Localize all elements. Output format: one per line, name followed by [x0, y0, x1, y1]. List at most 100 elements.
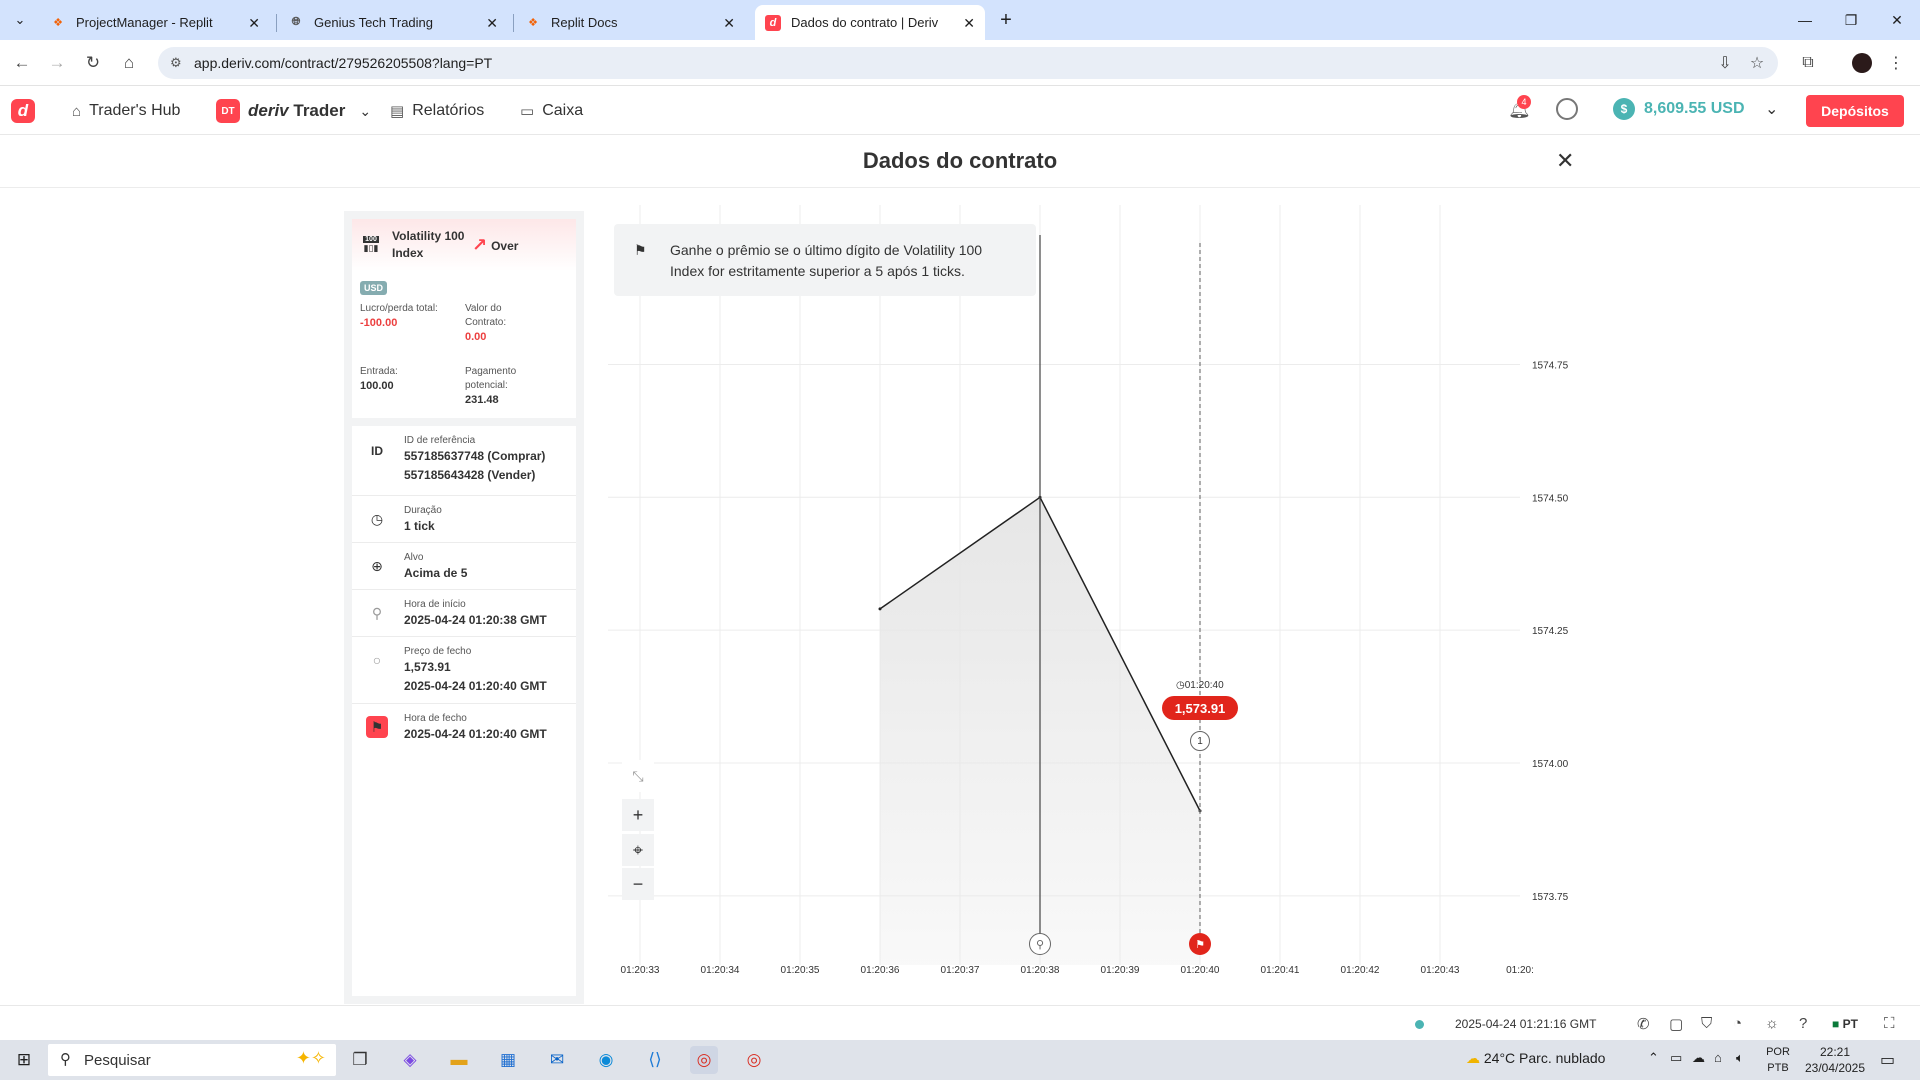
livechat-icon[interactable]: ▢ — [1669, 1015, 1683, 1033]
responsible-trading-icon[interactable]: ⛉ — [1701, 1015, 1712, 1032]
tab-replit-docs[interactable]: ❖ Replit Docs ✕ — [515, 5, 745, 40]
volatility-index-icon: 100 ▮▯▮ — [363, 236, 379, 253]
close-icon[interactable]: ✕ — [486, 15, 498, 32]
x-tick-label: 01:20:39 — [1101, 965, 1140, 976]
chrome-profile-icon[interactable]: ◎ — [740, 1046, 768, 1074]
bookmark-star-icon[interactable]: ☆ — [1743, 49, 1771, 77]
close-time-row: ⚑ Hora de fecho 2025-04-24 01:20:40 GMT — [352, 704, 576, 751]
price-chart[interactable]: 1574.75 1574.50 1574.25 1574.00 1573.75 01:2… — [600, 205, 1600, 981]
tray-chevron-icon[interactable]: ⌃ — [1648, 1050, 1659, 1066]
window-close-icon[interactable]: ✕ — [1874, 0, 1920, 40]
input-language[interactable]: POR PTB — [1764, 1044, 1792, 1076]
clock-icon: ◷ — [370, 510, 384, 527]
x-tick-label: 01:20:41 — [1261, 965, 1300, 976]
x-tick-label: 01:20:42 — [1341, 965, 1380, 976]
brand-name-rest: Trader — [293, 101, 346, 120]
x-tick-label: 01:20:38 — [1021, 965, 1060, 976]
edge-icon[interactable]: ◉ — [592, 1046, 620, 1074]
contract-sidebar: 100 ▮▯▮ Volatility 100 Index ↗ Over USD L… — [344, 211, 584, 1004]
tab-projectmanager[interactable]: ❖ ProjectManager - Replit ✕ — [40, 5, 270, 40]
nav-label: Relatórios — [412, 102, 485, 119]
new-tab-icon[interactable]: + — [992, 6, 1020, 34]
account-balance[interactable]: 8,609.55 USD — [1644, 100, 1745, 118]
home-icon[interactable]: ⌂ — [115, 49, 143, 77]
checkered-flag-icon: ⚑ — [634, 242, 647, 258]
start-time-row: ⚲ Hora de início 2025-04-24 01:20:38 GMT — [352, 590, 576, 637]
deposit-button[interactable]: Depósitos — [1806, 95, 1904, 127]
x-tick-label: 01:20:34 — [701, 965, 740, 976]
extensions-icon[interactable]: ⧉ — [1794, 49, 1822, 77]
globe-icon: 🌐︎ — [291, 16, 301, 28]
forward-icon[interactable]: → — [43, 49, 71, 77]
meet-icon[interactable]: ▭ — [1670, 1050, 1682, 1066]
chevron-down-icon: ⌄ — [359, 102, 372, 119]
url-input[interactable]: ⚙ app.deriv.com/contract/279526205508?la… — [158, 47, 1778, 79]
nav-traders-hub[interactable]: ⌂ Trader's Hub — [72, 99, 180, 123]
outlook-icon[interactable]: ✉ — [543, 1046, 571, 1074]
location-pin-icon: ⚲ — [371, 604, 383, 621]
copilot-icon[interactable]: ◈ — [396, 1046, 424, 1074]
reload-icon[interactable]: ↻ — [79, 49, 107, 77]
site-info-icon[interactable]: ⚙ — [170, 55, 182, 71]
app-footer: 2025-04-24 01:21:16 GMT ✆ ▢ ⛉ ◔ ☼ ? ■ PT… — [0, 1005, 1920, 1041]
sparkle-icon: ✦✧ — [295, 1048, 326, 1068]
network-icon[interactable]: ⌂ — [1714, 1050, 1722, 1065]
chevron-down-icon[interactable]: ⌄ — [1765, 99, 1778, 119]
minimize-icon[interactable]: — — [1782, 0, 1828, 40]
notifications-icon[interactable]: ▭ — [1880, 1050, 1895, 1070]
close-icon[interactable]: ✕ — [1556, 148, 1574, 174]
ref-buy-id: 557185637748 (Comprar) — [404, 449, 546, 463]
file-explorer-icon[interactable]: ▬ — [445, 1046, 473, 1074]
deriv-icon: d — [765, 14, 781, 31]
platform-switcher[interactable]: DT deriv Trader ⌄ — [216, 99, 371, 123]
task-view-icon[interactable]: ❐ — [346, 1046, 374, 1074]
profile-avatar[interactable] — [1848, 49, 1876, 77]
weather-widget[interactable]: ☁ 24°C Parc. nublado — [1466, 1050, 1605, 1067]
vscode-icon[interactable]: ⟨⟩ — [641, 1046, 669, 1074]
account-limits-icon[interactable]: ◔ — [1733, 1015, 1742, 1032]
tab-title: Dados do contrato | Deriv — [791, 15, 939, 30]
whatsapp-icon[interactable]: ✆ — [1637, 1015, 1650, 1033]
tab-dados-contrato[interactable]: d Dados do contrato | Deriv ✕ — [755, 5, 985, 40]
onedrive-icon[interactable]: ☁ — [1692, 1050, 1705, 1066]
chrome-icon[interactable]: ◎ — [690, 1046, 718, 1074]
browser-menu-icon[interactable]: ⋮ — [1882, 49, 1910, 77]
close-icon[interactable]: ✕ — [963, 15, 975, 32]
restore-icon[interactable]: ❐ — [1828, 0, 1874, 40]
microsoft-store-icon[interactable]: ▦ — [494, 1046, 522, 1074]
system-clock[interactable]: 22:21 23/04/2025 — [1800, 1044, 1870, 1076]
taskbar-search-input[interactable]: ⚲ Pesquisar ✦✧ — [48, 1044, 336, 1076]
fullscreen-icon[interactable]: ⛶ — [1884, 1015, 1895, 1032]
deriv-logo[interactable]: d — [11, 99, 35, 123]
nav-reports[interactable]: ▤ Relatórios — [390, 99, 484, 123]
end-checkered-flag-icon: ⚑ — [1189, 933, 1211, 955]
windows-start-icon[interactable]: ⊞ — [10, 1046, 38, 1074]
price-point — [878, 607, 882, 611]
help-icon[interactable]: ? — [1799, 1015, 1807, 1032]
language-selector[interactable]: ■ PT — [1832, 1017, 1858, 1031]
tab-title: ProjectManager - Replit — [76, 15, 213, 30]
crosshair-icon[interactable]: ⌖ — [622, 834, 654, 866]
over-arrow-icon: ↗ — [472, 235, 488, 255]
y-tick-label: 1574.00 — [1532, 759, 1569, 770]
nav-cashier[interactable]: ▭ Caixa — [520, 99, 583, 123]
detail-label: ID de referência — [404, 435, 476, 446]
tab-title: Replit Docs — [551, 15, 618, 30]
back-icon[interactable]: ← — [8, 49, 36, 77]
volume-icon[interactable]: 🔈︎ — [1736, 1050, 1744, 1066]
collapse-icon[interactable]: ⤡ — [622, 760, 654, 792]
search-placeholder: Pesquisar — [84, 1051, 151, 1069]
account-icon[interactable] — [1556, 98, 1578, 120]
x-tick-label: 01:20:36 — [861, 965, 900, 976]
exit-time-label: ◷01:20:40 — [1176, 680, 1224, 691]
tab-genius-tech[interactable]: 🌐︎ Genius Tech Trading ✕ — [278, 5, 508, 40]
install-app-icon[interactable]: ⇩ — [1711, 49, 1739, 77]
duration-row: ◷ Duração 1 tick — [352, 496, 576, 543]
close-icon[interactable]: ✕ — [723, 15, 735, 32]
tab-search-chevron-icon[interactable]: ⌄ — [6, 6, 34, 34]
theme-icon[interactable]: ☼ — [1765, 1015, 1779, 1032]
zoom-in-button[interactable]: + — [622, 799, 654, 831]
x-tick-label: 01:20: — [1506, 965, 1534, 976]
zoom-out-button[interactable]: − — [622, 868, 654, 900]
close-icon[interactable]: ✕ — [248, 15, 260, 32]
